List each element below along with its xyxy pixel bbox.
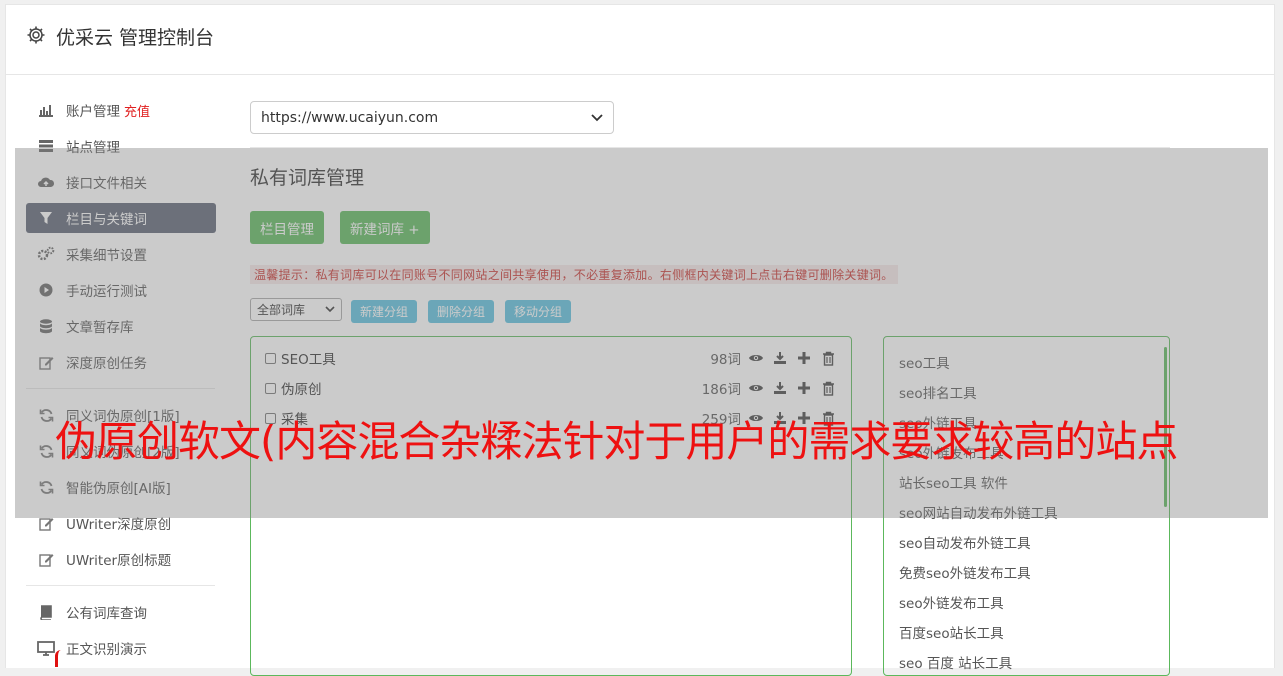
main-content: https://www.ucaiyun.com 私有词库管理 栏目管理 新建词库… (250, 101, 1170, 676)
sidebar-item-uwriter-title[interactable]: UWriter原创标题 (26, 544, 216, 574)
app-title: 优采云 管理控制台 (56, 27, 215, 49)
sidebar-item-account[interactable]: 账户管理 充值 (26, 95, 216, 125)
keyword-item[interactable]: seo外链发布工具 (899, 592, 1004, 612)
sidebar-item-label: 账户管理 (66, 104, 120, 120)
keyword-item[interactable]: seo 百度 站长工具 (899, 652, 1012, 672)
keyword-item[interactable]: 免费seo外链发布工具 (899, 562, 1031, 582)
keyword-item[interactable]: 百度seo站长工具 (899, 622, 1004, 642)
bar-chart-icon (37, 101, 55, 119)
sidebar-item-label: 公有词库查询 (66, 606, 147, 622)
site-select-value: https://www.ucaiyun.com (261, 109, 439, 126)
overlay-headline: 伪原创软文(内容混合杂糅法针对于用户的需求要求较高的站点 (55, 417, 1178, 466)
monitor-icon (37, 639, 55, 657)
sidebar-item-label: UWriter原创标题 (66, 553, 172, 569)
red-annotation-mark (55, 650, 68, 667)
edit-icon (37, 550, 55, 568)
gear-icon (27, 26, 45, 44)
header: 优采云 管理控制台 (6, 5, 1274, 75)
sidebar-divider (26, 585, 215, 586)
sidebar-item-public-lexicon[interactable]: 公有词库查询 (26, 597, 216, 627)
keyword-item[interactable]: seo自动发布外链工具 (899, 532, 1031, 552)
sidebar-item-label: 正文识别演示 (66, 642, 147, 658)
chevron-down-icon (591, 113, 603, 121)
book-icon (37, 603, 55, 621)
recharge-link[interactable]: 充值 (124, 101, 150, 120)
site-select[interactable]: https://www.ucaiyun.com (250, 101, 614, 134)
